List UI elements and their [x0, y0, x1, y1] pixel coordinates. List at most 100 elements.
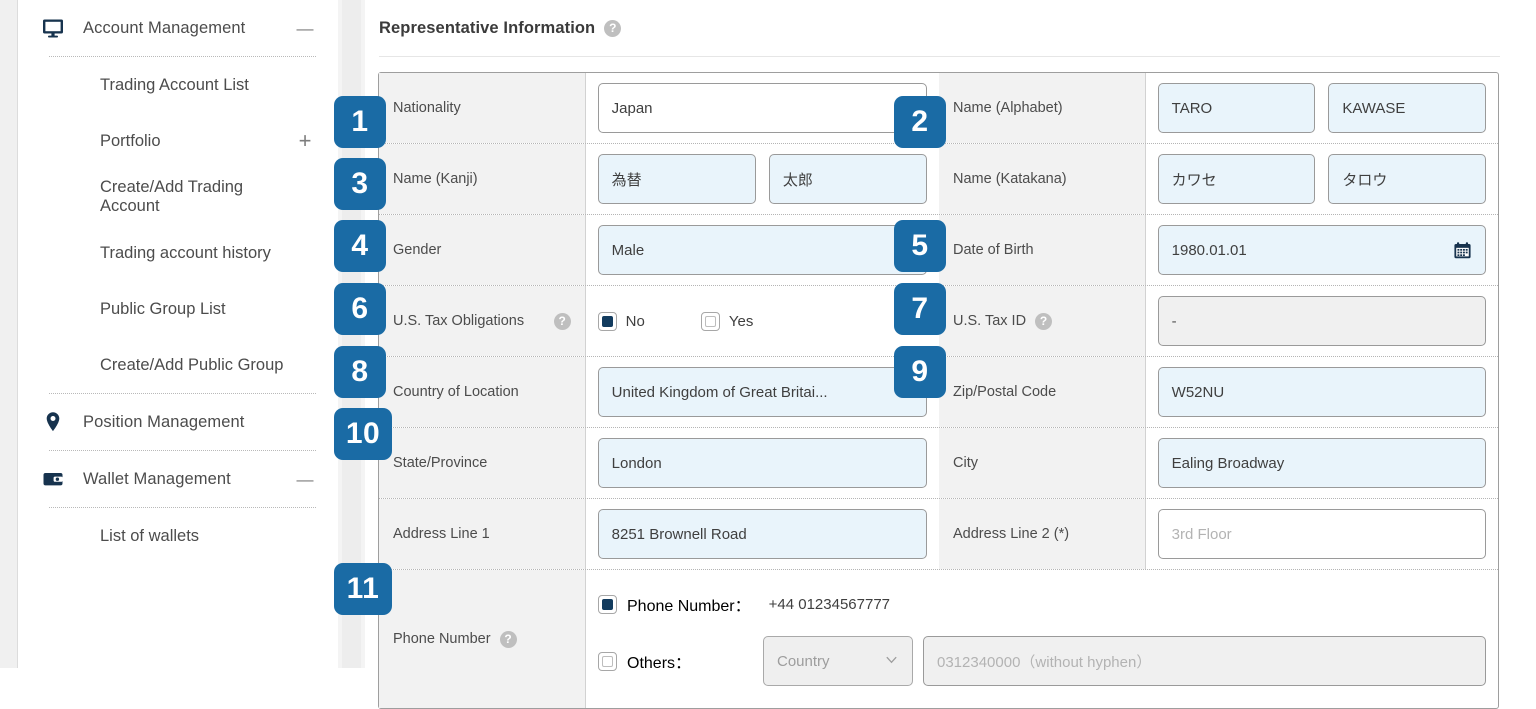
annotation-badge-10: 10 — [334, 408, 392, 460]
annotation-badge-1: 1 — [334, 96, 386, 148]
annotation-badge-8: 8 — [334, 346, 386, 398]
help-icon[interactable]: ? — [1035, 312, 1053, 330]
phone-option-primary-label: Phone Number： — [627, 598, 751, 615]
option-label: No — [625, 312, 645, 330]
sidebar: Account Management — Trading Account Lis… — [19, 0, 338, 668]
gender-input[interactable]: Male — [597, 225, 927, 275]
radio-unchecked-icon[interactable] — [700, 311, 720, 331]
table-row: Name (Kanji) 為替 太郎 Name (Katakana) カワセ タ… — [379, 144, 1498, 215]
city-input[interactable]: Ealing Broadway — [1157, 438, 1487, 488]
phone-country-select[interactable]: Country — [763, 636, 913, 686]
field-cell-name-katakana: カワセ タロウ — [1146, 144, 1498, 214]
annotation-badge-3: 3 — [334, 158, 386, 210]
sidebar-item-label: Portfolio — [100, 131, 161, 150]
field-label-us-tax-obligations: U.S. Tax Obligations ? — [379, 286, 586, 356]
us-tax-obligations-option-yes[interactable]: Yes — [700, 311, 753, 331]
state-province-input[interactable]: London — [597, 438, 927, 488]
field-cell-address-line-1: 8251 Brownell Road — [586, 499, 939, 569]
field-cell-us-tax-obligations: No Yes — [586, 286, 939, 356]
field-label-us-tax-id: U.S. Tax ID ? — [939, 286, 1146, 356]
sidebar-item-label: Trading Account List — [100, 75, 249, 94]
main-content: Representative Information ? Nationality… — [365, 0, 1536, 709]
field-cell-name-alphabet: TARO KAWASE — [1146, 73, 1498, 143]
field-label-gender: Gender — [379, 215, 586, 285]
annotation-badge-9: 9 — [894, 346, 946, 398]
radio-checked-icon[interactable] — [598, 594, 617, 614]
field-label-nationality: Nationality — [379, 73, 586, 143]
phone-others-input[interactable]: 0312340000（without hyphen） — [923, 636, 1486, 686]
field-label-country-of-location: Country of Location — [379, 357, 586, 427]
table-row: Phone Number ? Phone Number： +44 0123456… — [379, 570, 1498, 708]
plus-icon[interactable]: + — [294, 130, 316, 152]
annotation-badge-2: 2 — [894, 96, 946, 148]
sidebar-group-label: Wallet Management — [83, 469, 231, 488]
calendar-icon[interactable] — [1453, 241, 1472, 260]
left-gutter — [0, 0, 18, 668]
phone-option-others-label: Others： — [627, 655, 692, 672]
location-pin-icon — [41, 410, 73, 434]
radio-checked-icon[interactable] — [597, 311, 617, 331]
date-of-birth-input[interactable]: 1980.01.01 — [1157, 225, 1487, 275]
us-tax-obligations-label-text: U.S. Tax Obligations — [393, 313, 525, 329]
sidebar-group-account-management[interactable]: Account Management — — [19, 0, 338, 56]
phone-option-primary-row[interactable]: Phone Number： +44 01234567777 — [598, 592, 1486, 616]
table-row: State/Province London City Ealing Broadw… — [379, 428, 1498, 499]
annotation-badge-7: 7 — [894, 283, 946, 335]
sidebar-item-portfolio[interactable]: Portfolio + — [19, 113, 338, 169]
name-katakana-first-input[interactable]: タロウ — [1328, 154, 1487, 204]
field-label-name-katakana: Name (Katakana) — [939, 144, 1146, 214]
address-line-1-input[interactable]: 8251 Brownell Road — [597, 509, 927, 559]
title-divider — [379, 56, 1500, 57]
sidebar-group-wallet-management[interactable]: Wallet Management — — [19, 451, 338, 507]
annotation-badge-6: 6 — [334, 283, 386, 335]
name-alphabet-last-input[interactable]: KAWASE — [1328, 83, 1487, 133]
field-label-zip-postal-code: Zip/Postal Code — [939, 357, 1146, 427]
field-label-address-line-2: Address Line 2 (*) — [939, 499, 1146, 569]
collapse-toggle-icon[interactable]: — — [294, 20, 316, 37]
name-alphabet-first-input[interactable]: TARO — [1157, 83, 1316, 133]
name-kanji-first-input[interactable]: 太郎 — [768, 154, 927, 204]
annotation-badge-5: 5 — [894, 220, 946, 272]
address-line-2-input[interactable]: 3rd Floor — [1157, 509, 1487, 559]
sidebar-item-trading-account-list[interactable]: Trading Account List — [19, 57, 338, 113]
field-cell-address-line-2: 3rd Floor — [1146, 499, 1498, 569]
name-kanji-last-input[interactable]: 為替 — [597, 154, 756, 204]
sidebar-item-public-group-list[interactable]: Public Group List — [19, 281, 338, 337]
sidebar-item-list-of-wallets[interactable]: List of wallets — [19, 508, 338, 564]
field-cell-us-tax-id: - — [1146, 286, 1498, 356]
field-cell-gender: Male — [586, 215, 939, 285]
zip-postal-code-input[interactable]: W52NU — [1157, 367, 1487, 417]
sidebar-item-label: Create/Add Public Group — [100, 355, 284, 374]
help-icon[interactable]: ? — [604, 19, 622, 37]
sidebar-item-label: Create/Add Trading Account — [100, 178, 244, 215]
sidebar-group-position-management[interactable]: Position Management — [19, 394, 338, 450]
sidebar-item-trading-account-history[interactable]: Trading account history — [19, 225, 338, 281]
help-icon[interactable]: ? — [553, 312, 571, 330]
sidebar-item-label: List of wallets — [100, 526, 200, 545]
sidebar-item-create-add-public-group[interactable]: Create/Add Public Group — [19, 337, 338, 393]
us-tax-obligations-option-no[interactable]: No — [597, 311, 645, 331]
sidebar-item-label: Public Group List — [100, 299, 226, 318]
field-label-city: City — [939, 428, 1146, 498]
country-of-location-input[interactable]: United Kingdom of Great Britai... — [597, 367, 927, 417]
collapse-toggle-icon[interactable]: — — [294, 471, 316, 488]
table-row: Address Line 1 8251 Brownell Road Addres… — [379, 499, 1498, 570]
field-label-name-alphabet: Name (Alphabet) — [939, 73, 1146, 143]
phone-option-others-row[interactable]: Others： Country 0312340000（without hyphe… — [598, 636, 1486, 686]
help-icon[interactable]: ? — [499, 630, 517, 648]
annotation-badge-4: 4 — [334, 220, 386, 272]
date-of-birth-value: 1980.01.01 — [1171, 241, 1247, 259]
section-header: Representative Information ? — [378, 0, 1500, 56]
us-tax-id-input[interactable]: - — [1157, 296, 1487, 346]
field-label-name-kanji: Name (Kanji) — [379, 144, 586, 214]
sidebar-item-create-add-trading-account[interactable]: Create/Add Trading Account — [19, 169, 338, 225]
nationality-input[interactable]: Japan — [597, 83, 927, 133]
monitor-icon — [41, 16, 73, 40]
field-cell-city: Ealing Broadway — [1146, 428, 1498, 498]
sidebar-item-label: Trading account history — [100, 243, 271, 262]
field-label-address-line-1: Address Line 1 — [379, 499, 586, 569]
phone-number-label-text: Phone Number — [393, 631, 491, 647]
field-cell-name-kanji: 為替 太郎 — [586, 144, 939, 214]
name-katakana-last-input[interactable]: カワセ — [1157, 154, 1316, 204]
sidebar-group-label: Account Management — [83, 18, 246, 37]
